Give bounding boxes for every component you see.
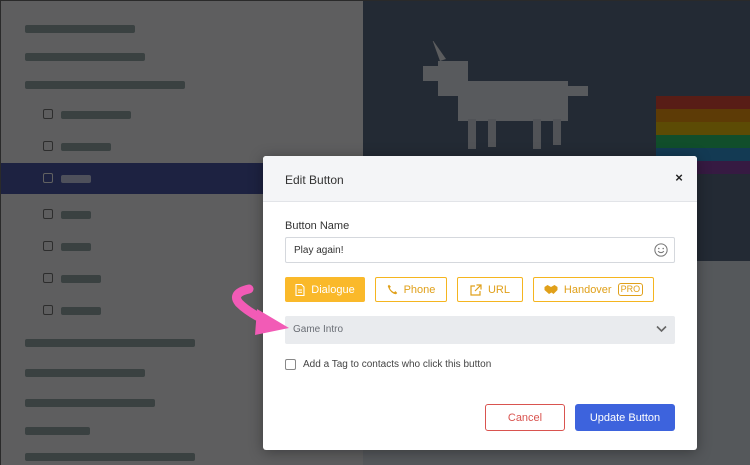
external-link-icon: [470, 283, 482, 296]
button-name-field: [285, 237, 675, 263]
cancel-button[interactable]: Cancel: [485, 404, 565, 431]
dialogue-type-label: Dialogue: [311, 283, 355, 296]
tag-checkbox-label: Add a Tag to contacts who click this but…: [303, 359, 492, 370]
phone-type-button[interactable]: Phone: [375, 277, 447, 302]
button-name-input[interactable]: [286, 238, 646, 262]
dialogue-select-value: Game Intro: [293, 324, 344, 335]
tag-checkbox[interactable]: [285, 359, 296, 370]
edit-button-modal: Edit Button × Button Name Dialogue Phone: [263, 156, 697, 450]
phone-type-label: Phone: [403, 283, 436, 296]
chevron-down-icon: [656, 325, 667, 333]
close-button[interactable]: ×: [671, 170, 687, 186]
handshake-icon: [544, 285, 558, 294]
annotation-arrow-icon: [232, 284, 289, 335]
modal-header: Edit Button ×: [263, 156, 697, 202]
dialogue-select[interactable]: Game Intro: [285, 316, 675, 344]
phone-icon: [387, 284, 397, 295]
emoji-icon[interactable]: [654, 243, 668, 257]
handover-type-button[interactable]: Handover PRO: [533, 277, 654, 302]
url-type-button[interactable]: URL: [457, 277, 523, 302]
update-button[interactable]: Update Button: [575, 404, 675, 431]
handover-type-label: Handover: [563, 283, 612, 296]
button-name-label: Button Name: [285, 220, 350, 232]
modal-title: Edit Button: [285, 173, 344, 187]
url-type-label: URL: [487, 283, 510, 296]
pro-badge: PRO: [617, 283, 644, 296]
